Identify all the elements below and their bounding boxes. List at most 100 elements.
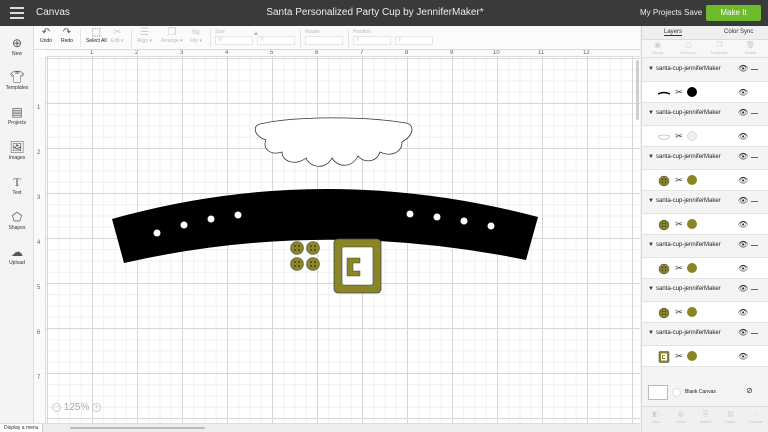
- canvas-thumbnail: [648, 385, 668, 400]
- sidebar-item-projects[interactable]: ▤ Projects: [0, 105, 34, 126]
- drag-handle-icon[interactable]: [751, 333, 758, 334]
- layer-row[interactable]: ✂ 👁︎: [642, 213, 768, 235]
- collapse-icon[interactable]: ▼: [648, 66, 654, 72]
- eye-hidden-icon[interactable]: ⊘: [746, 386, 753, 395]
- layer-actions: ▣ Group ▢ UnGroup ❐ Duplicate 🗑︎ Delete: [642, 40, 768, 58]
- layer-row[interactable]: ✂ 👁︎: [642, 125, 768, 147]
- collapse-icon[interactable]: ▼: [648, 286, 654, 292]
- zoom-in-button[interactable]: +: [92, 402, 102, 412]
- vertical-scrollbar[interactable]: [636, 60, 639, 120]
- position-y-field[interactable]: Y: [395, 36, 433, 45]
- belt-dot: [487, 222, 495, 230]
- duplicate-button[interactable]: ❐ Duplicate: [704, 42, 735, 55]
- tab-layers[interactable]: Layers: [664, 29, 683, 36]
- tab-color-sync[interactable]: Color Sync: [724, 29, 753, 35]
- horizontal-scrollbar[interactable]: [70, 427, 205, 429]
- eye-icon[interactable]: 👁︎: [738, 88, 748, 97]
- collapse-icon[interactable]: ▼: [648, 110, 654, 116]
- flip-dropdown[interactable]: ⇋ Flip ▾: [190, 27, 202, 44]
- drag-handle-icon[interactable]: [751, 245, 758, 246]
- slice-button[interactable]: ◧ Slice: [643, 411, 668, 424]
- canvas-color-swatch[interactable]: [672, 388, 681, 397]
- eye-icon[interactable]: 👁︎: [738, 240, 748, 249]
- my-projects-link[interactable]: My Projects: [640, 8, 682, 17]
- rotate-field[interactable]: [305, 36, 343, 45]
- eye-icon[interactable]: 👁︎: [738, 152, 748, 161]
- width-field[interactable]: W: [215, 36, 253, 45]
- layer-row[interactable]: ✂ 👁︎: [642, 81, 768, 103]
- eye-icon[interactable]: 👁︎: [738, 284, 748, 293]
- layer-row[interactable]: ✂ 👁︎: [642, 345, 768, 367]
- sidebar-item-new[interactable]: ⊕ New: [0, 36, 34, 57]
- position-x-field[interactable]: X: [353, 36, 391, 45]
- select-all-button[interactable]: ⬚ Select All: [86, 27, 107, 44]
- layer-name: santa-cup-jenniferMaker: [656, 198, 721, 204]
- zoom-out-button[interactable]: −: [52, 402, 61, 412]
- eye-icon[interactable]: 👁︎: [738, 196, 748, 205]
- make-it-button[interactable]: Make It: [706, 5, 761, 21]
- trash-icon: 🗑︎: [746, 42, 755, 49]
- group-button[interactable]: ▣ Group: [642, 42, 673, 55]
- color-swatch[interactable]: [687, 307, 697, 317]
- color-swatch[interactable]: [687, 351, 697, 361]
- attach-icon: ⎘: [702, 411, 709, 418]
- layer-group-header[interactable]: ▼ santa-cup-jenniferMaker 👁︎: [642, 147, 768, 169]
- eye-icon[interactable]: 👁︎: [738, 64, 748, 73]
- layer-group-header[interactable]: ▼ santa-cup-jenniferMaker 👁︎: [642, 59, 768, 81]
- delete-button[interactable]: 🗑︎ Delete: [735, 42, 766, 55]
- color-swatch[interactable]: [687, 131, 697, 141]
- height-field[interactable]: H: [257, 36, 295, 45]
- eye-icon[interactable]: 👁︎: [738, 176, 748, 185]
- eye-icon[interactable]: 👁︎: [738, 352, 748, 361]
- ungroup-button[interactable]: ▢ UnGroup: [673, 42, 704, 55]
- group-label: Group: [651, 50, 664, 55]
- layer-row[interactable]: ✂ 👁︎: [642, 169, 768, 191]
- layer-group-header[interactable]: ▼ santa-cup-jenniferMaker 👁︎: [642, 103, 768, 125]
- weld-button[interactable]: ◍ Weld: [668, 411, 693, 424]
- position-label: Position: [353, 29, 371, 35]
- redo-icon: ↷: [62, 27, 72, 38]
- sidebar-item-upload[interactable]: ☁ Upload: [0, 245, 34, 266]
- collapse-icon[interactable]: ▼: [648, 242, 654, 248]
- eye-icon[interactable]: 👁︎: [738, 264, 748, 273]
- drag-handle-icon[interactable]: [751, 157, 758, 158]
- layer-group-header[interactable]: ▼ santa-cup-jenniferMaker 👁︎: [642, 191, 768, 213]
- redo-button[interactable]: ↷ Redo: [61, 27, 73, 44]
- arrange-dropdown[interactable]: ❐ Arrange ▾: [161, 27, 183, 44]
- layer-group-header[interactable]: ▼ santa-cup-jenniferMaker 👁︎: [642, 279, 768, 301]
- layer-group-header[interactable]: ▼ santa-cup-jenniferMaker 👁︎: [642, 235, 768, 257]
- eye-icon[interactable]: 👁︎: [738, 328, 748, 337]
- collapse-icon[interactable]: ▼: [648, 330, 654, 336]
- drag-handle-icon[interactable]: [751, 113, 758, 114]
- align-dropdown[interactable]: ☰ Align ▾: [137, 27, 152, 44]
- color-swatch[interactable]: [687, 263, 697, 273]
- eye-icon[interactable]: 👁︎: [738, 308, 748, 317]
- eye-icon[interactable]: 👁︎: [738, 132, 748, 141]
- lock-icon[interactable]: 🔒︎: [254, 30, 258, 38]
- sidebar-item-templates[interactable]: 👕︎ Templates: [0, 70, 34, 91]
- contour-button[interactable]: ◌ Contour: [743, 411, 768, 424]
- layer-group-header[interactable]: ▼ santa-cup-jenniferMaker 👁︎: [642, 323, 768, 345]
- drag-handle-icon[interactable]: [751, 289, 758, 290]
- color-swatch[interactable]: [687, 87, 697, 97]
- eye-icon[interactable]: 👁︎: [738, 220, 748, 229]
- flatten-button[interactable]: ▤ Flatten: [718, 411, 743, 424]
- drag-handle-icon[interactable]: [751, 69, 758, 70]
- eye-icon[interactable]: 👁︎: [738, 108, 748, 117]
- sidebar-item-text[interactable]: T Text: [0, 175, 34, 196]
- undo-button[interactable]: ↶ Undo: [40, 27, 52, 44]
- color-swatch[interactable]: [687, 219, 697, 229]
- design-canvas[interactable]: 1 2 3 4 5 6 7 8 9 10 11 12 1 2 3 4 5 6 7: [34, 50, 640, 426]
- drag-handle-icon[interactable]: [751, 201, 758, 202]
- save-button[interactable]: Save: [684, 8, 702, 17]
- blank-canvas-row[interactable]: Blank Canvas ⊘: [642, 380, 768, 404]
- collapse-icon[interactable]: ▼: [648, 198, 654, 204]
- collapse-icon[interactable]: ▼: [648, 154, 654, 160]
- edit-dropdown[interactable]: ✂ Edit ▾: [111, 27, 124, 44]
- layer-row[interactable]: ✂ 👁︎: [642, 257, 768, 279]
- sidebar-item-images[interactable]: 🖼︎ Images: [0, 140, 34, 161]
- sidebar-item-shapes[interactable]: ⬠ Shapes: [0, 210, 34, 231]
- color-swatch[interactable]: [687, 175, 697, 185]
- attach-button[interactable]: ⎘ Attach: [693, 411, 718, 424]
- layer-row[interactable]: ✂ 👁︎: [642, 301, 768, 323]
